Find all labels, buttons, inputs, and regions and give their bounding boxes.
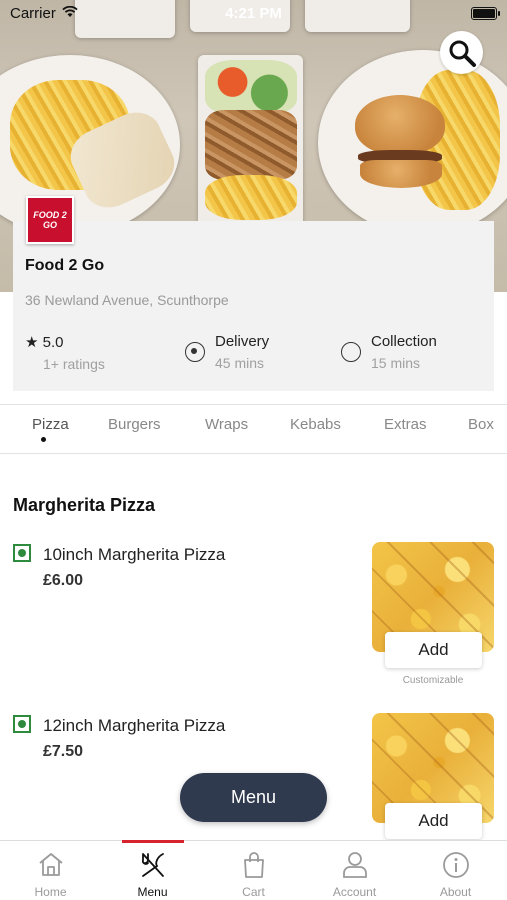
active-tab-indicator <box>41 437 46 442</box>
add-button[interactable]: Add <box>385 632 482 668</box>
veg-icon <box>13 715 31 733</box>
fork-knife-icon <box>141 853 164 877</box>
tab-wraps[interactable]: Wraps <box>205 416 248 433</box>
category-tabs: Pizza Burgers Wraps Kebabs Extras Box <box>0 404 507 454</box>
star-icon: ★ <box>25 334 39 351</box>
delivery-label: Delivery <box>215 333 270 350</box>
item-price: £7.50 <box>43 743 84 760</box>
battery-icon <box>471 7 500 20</box>
nav-label: About <box>439 885 472 899</box>
status-time: 4:21 PM <box>225 5 282 22</box>
item-price: £6.00 <box>43 572 84 589</box>
nav-label: Menu <box>137 885 168 899</box>
info-icon <box>442 852 469 878</box>
bottom-nav: Home Menu Cart Account About <box>0 840 507 900</box>
restaurant-info-card: FOOD 2 GO Food 2 Go 36 Newland Avenue, S… <box>13 196 494 391</box>
home-icon <box>38 853 63 876</box>
collection-label: Collection <box>371 333 437 350</box>
nav-home[interactable]: Home <box>0 841 101 900</box>
restaurant-name: Food 2 Go <box>25 257 105 274</box>
collection-radio[interactable] <box>341 342 361 362</box>
delivery-radio[interactable] <box>185 342 205 362</box>
tab-kebabs[interactable]: Kebabs <box>290 416 341 433</box>
nav-label: Cart <box>242 885 265 899</box>
veg-icon <box>13 544 31 562</box>
nav-account[interactable]: Account <box>304 841 405 900</box>
logo-text-line1: FOOD 2 <box>33 210 67 220</box>
collection-option[interactable]: Collection 15 mins <box>371 333 437 371</box>
restaurant-address: 36 Newland Avenue, Scunthorpe <box>25 292 229 308</box>
delivery-option[interactable]: Delivery 45 mins <box>215 333 269 371</box>
tab-extras[interactable]: Extras <box>384 416 427 433</box>
collection-time: 15 mins <box>371 355 421 371</box>
nav-cart[interactable]: Cart <box>203 841 304 900</box>
item-name: 10inch Margherita Pizza <box>43 545 226 564</box>
nav-about[interactable]: About <box>405 841 506 900</box>
nav-label: Home <box>34 885 67 899</box>
search-button[interactable] <box>440 31 483 74</box>
item-name: 12inch Margherita Pizza <box>43 716 226 735</box>
status-bar: Carrier 4:21 PM <box>0 0 507 28</box>
bag-icon <box>243 852 264 878</box>
search-icon <box>449 40 476 67</box>
logo-text-line2: GO <box>42 220 57 230</box>
rating-value: 5.0 <box>42 334 64 351</box>
section-title: Margherita Pizza <box>13 495 156 515</box>
restaurant-logo: FOOD 2 GO <box>26 196 74 244</box>
customizable-note: Customizable <box>402 675 464 686</box>
delivery-time: 45 mins <box>215 355 265 371</box>
tab-pizza[interactable]: Pizza <box>32 416 69 433</box>
rating-block: ★ 5.0 1+ ratings <box>25 333 105 372</box>
menu-button[interactable]: Menu <box>180 773 327 822</box>
rating-count: 1+ ratings <box>43 356 105 372</box>
tab-burgers[interactable]: Burgers <box>108 416 161 433</box>
user-icon <box>342 852 367 878</box>
tab-box[interactable]: Box <box>468 416 494 433</box>
add-button[interactable]: Add <box>385 803 482 839</box>
nav-label: Account <box>332 885 377 899</box>
nav-menu[interactable]: Menu <box>102 841 203 900</box>
